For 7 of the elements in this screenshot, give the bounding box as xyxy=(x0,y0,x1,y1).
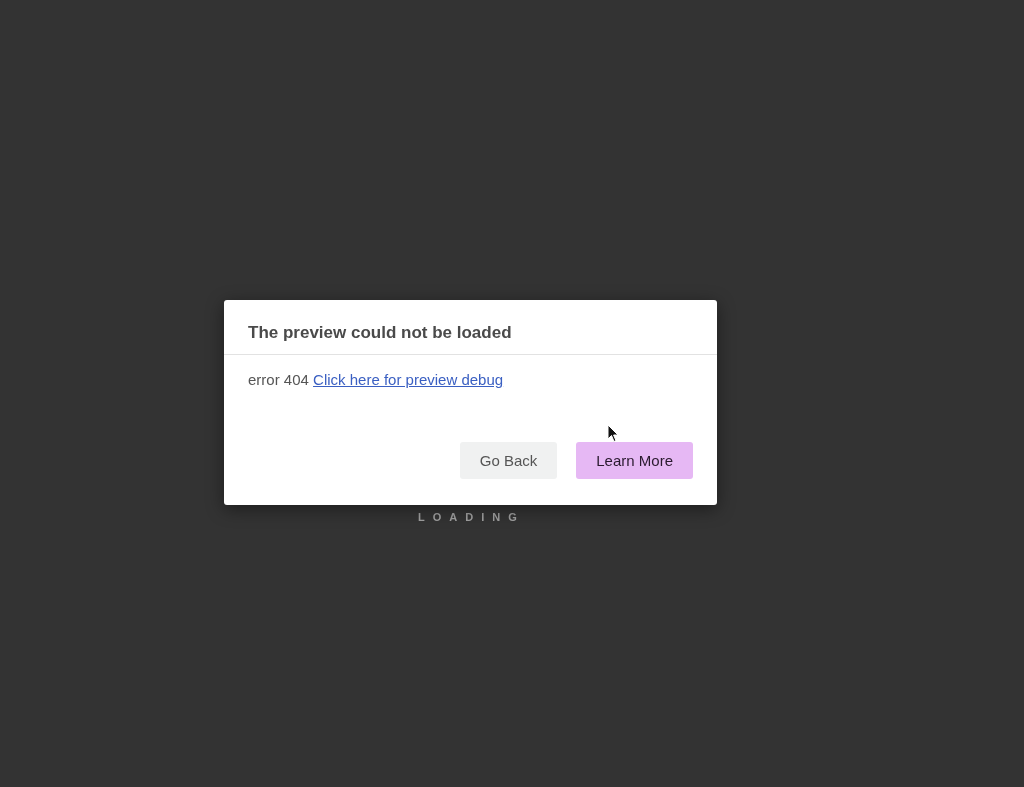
go-back-button[interactable]: Go Back xyxy=(459,442,558,479)
error-message: error 404 xyxy=(248,371,309,388)
loading-label: LOADING xyxy=(418,511,525,523)
preview-debug-link[interactable]: Click here for preview debug xyxy=(313,371,504,388)
cursor-icon xyxy=(607,424,619,443)
learn-more-button[interactable]: Learn More xyxy=(576,442,693,479)
dialog-title: The preview could not be loaded xyxy=(248,323,512,343)
